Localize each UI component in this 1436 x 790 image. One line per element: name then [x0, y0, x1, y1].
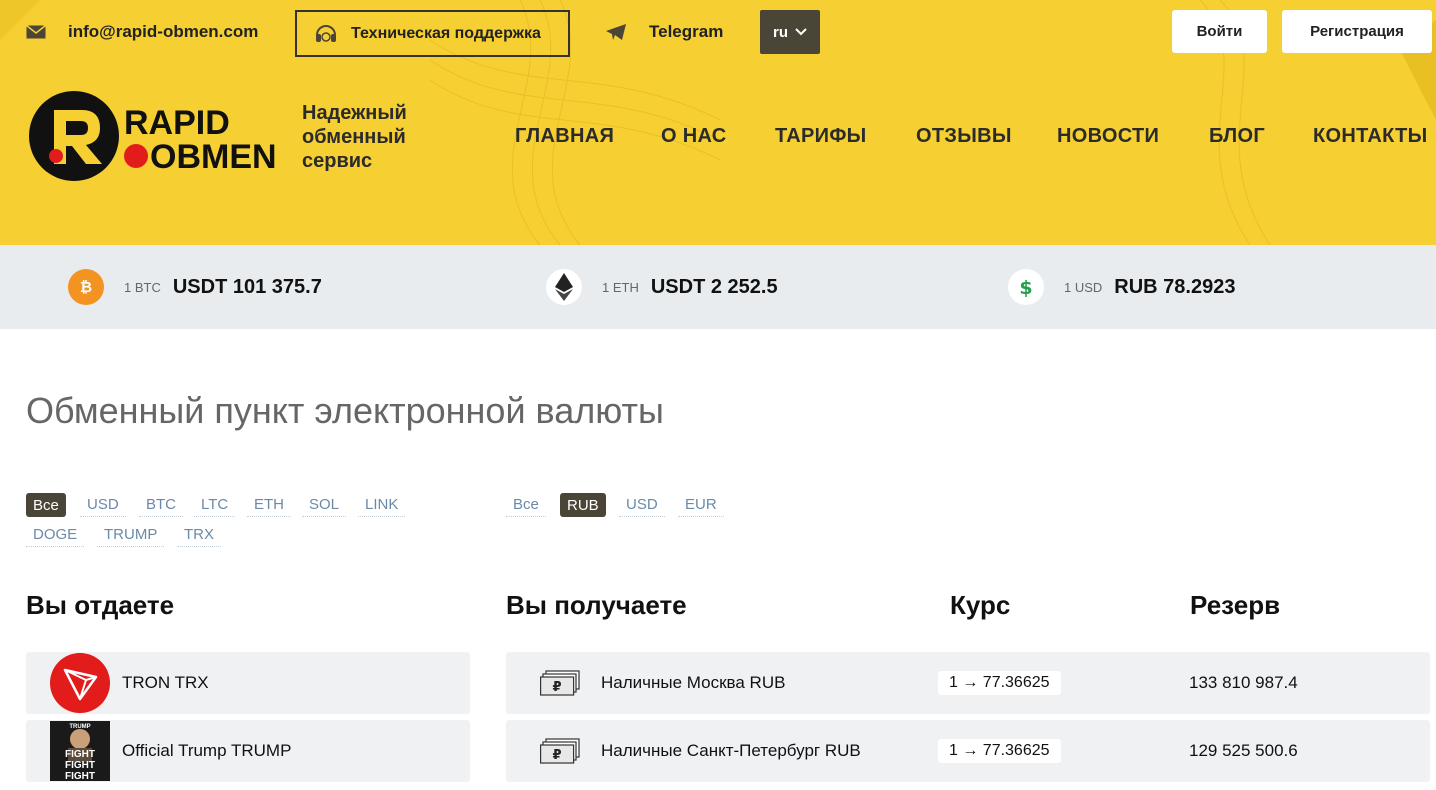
get-row-spb[interactable]: ₽ Наличные Санкт-Петербург RUB 1 → 77.36…	[506, 720, 1430, 782]
give-filter-trump[interactable]: TRUMP	[97, 523, 165, 547]
give-row-trx[interactable]: TRON TRX	[26, 652, 470, 714]
page-title: Обменный пункт электронной валюты	[26, 390, 664, 431]
language-value: ru	[773, 23, 788, 41]
telegram-icon	[606, 24, 626, 40]
rate-usd: $ 1 USD RUB 78.2923	[1008, 267, 1235, 307]
mail-icon	[26, 25, 46, 39]
svg-text:₽: ₽	[552, 680, 561, 695]
nav-home[interactable]: ГЛАВНАЯ	[515, 125, 614, 148]
login-button[interactable]: Войти	[1172, 10, 1267, 53]
svg-text:₿: ₿	[80, 278, 92, 296]
give-filter-eth[interactable]: ETH	[247, 493, 291, 517]
give-filter-all[interactable]: Все	[26, 493, 66, 517]
language-select[interactable]: ru	[760, 10, 820, 54]
rate-unit: 1 ETH	[602, 279, 639, 295]
give-currency-name: Official Trump TRUMP	[122, 741, 292, 760]
register-button[interactable]: Регистрация	[1282, 10, 1432, 53]
get-currency-name: Наличные Москва RUB	[601, 673, 786, 692]
dollar-icon: $	[1008, 269, 1044, 305]
cash-rub-icon: ₽	[540, 670, 580, 696]
reserve-column-header: Резерв	[1190, 590, 1281, 620]
exchange-rate: 1 → 77.36625	[938, 671, 1061, 695]
headset-icon	[316, 24, 336, 42]
nav-about[interactable]: О НАС	[661, 125, 726, 148]
rate-value: RUB 78.2923	[1114, 275, 1236, 298]
svg-text:FIGHT: FIGHT	[65, 749, 95, 760]
reserve-amount: 133 810 987.4	[1189, 673, 1298, 692]
rate-btc: ₿ 1 BTC USDT 101 375.7	[68, 267, 322, 307]
give-currency-name: TRON TRX	[122, 673, 209, 692]
exchange-rate: 1 → 77.36625	[938, 739, 1061, 763]
bitcoin-icon: ₿	[68, 269, 104, 305]
give-filter-ltc[interactable]: LTC	[194, 493, 236, 517]
svg-text:$: $	[1019, 277, 1032, 298]
rate-unit: 1 USD	[1064, 279, 1103, 295]
give-filter-btc[interactable]: BTC	[139, 493, 183, 517]
support-label: Техническая поддержка	[351, 24, 541, 42]
svg-text:FIGHT: FIGHT	[65, 760, 95, 771]
get-filter-all[interactable]: Все	[506, 493, 546, 517]
get-filter-usd[interactable]: USD	[619, 493, 665, 517]
give-filter-link[interactable]: LINK	[358, 493, 406, 517]
nav-tariffs[interactable]: ТАРИФЫ	[775, 125, 867, 148]
logo-text-rapid: RAPID	[124, 104, 230, 142]
rapid-obmen-logo[interactable]: RAPID OBMEN	[28, 90, 278, 182]
reserve-amount: 129 525 500.6	[1189, 741, 1298, 760]
get-row-moscow[interactable]: ₽ Наличные Москва RUB 1 → 77.36625 133 8…	[506, 652, 1430, 714]
give-filter-usd[interactable]: USD	[80, 493, 126, 517]
nav-reviews[interactable]: ОТЗЫВЫ	[916, 125, 1012, 148]
get-currency-name: Наличные Санкт-Петербург RUB	[601, 741, 861, 760]
get-filter-eur[interactable]: EUR	[678, 493, 724, 517]
svg-text:FIGHT: FIGHT	[65, 771, 95, 781]
telegram-link[interactable]: Telegram	[605, 20, 723, 44]
svg-text:₽: ₽	[552, 748, 561, 763]
cash-rub-icon: ₽	[540, 738, 580, 764]
site-header: info@rapid-obmen.com Техническая поддерж…	[0, 0, 1436, 245]
telegram-label: Telegram	[649, 22, 724, 41]
logo-text-obmen: OBMEN	[150, 138, 277, 176]
give-column-header: Вы отдаете	[26, 590, 175, 620]
rate-value: USDT 101 375.7	[172, 275, 322, 298]
email-link[interactable]: info@rapid-obmen.com	[26, 20, 258, 44]
give-filter-doge[interactable]: DOGE	[26, 523, 85, 547]
email-text: info@rapid-obmen.com	[68, 22, 259, 41]
ethereum-icon	[546, 269, 582, 305]
rate-eth: 1 ETH USDT 2 252.5	[546, 267, 778, 307]
nav-contacts[interactable]: КОНТАКТЫ	[1313, 125, 1428, 148]
chevron-down-icon	[795, 28, 807, 36]
rate-value: USDT 2 252.5	[650, 275, 778, 298]
trump-token-icon: TRUMP FIGHT FIGHT FIGHT	[50, 721, 110, 781]
brand-tagline: Надежный обменный сервис	[302, 102, 407, 172]
nav-blog[interactable]: БЛОГ	[1209, 125, 1265, 148]
rate-column-header: Курс	[950, 590, 1011, 620]
get-column-header: Вы получаете	[506, 590, 687, 620]
give-filter-trx[interactable]: TRX	[177, 523, 221, 547]
give-filter-sol[interactable]: SOL	[302, 493, 347, 517]
svg-text:TRUMP: TRUMP	[69, 724, 90, 730]
tron-icon	[50, 653, 110, 713]
rate-unit: 1 BTC	[124, 279, 161, 295]
get-filter-rub[interactable]: RUB	[560, 493, 606, 517]
support-button[interactable]: Техническая поддержка	[295, 10, 570, 57]
rates-bar: ₿ 1 BTC USDT 101 375.7 1 ETH USDT 2 252.…	[0, 245, 1436, 329]
give-row-trump[interactable]: TRUMP FIGHT FIGHT FIGHT Official Trump T…	[26, 720, 470, 782]
nav-news[interactable]: НОВОСТИ	[1057, 125, 1159, 148]
